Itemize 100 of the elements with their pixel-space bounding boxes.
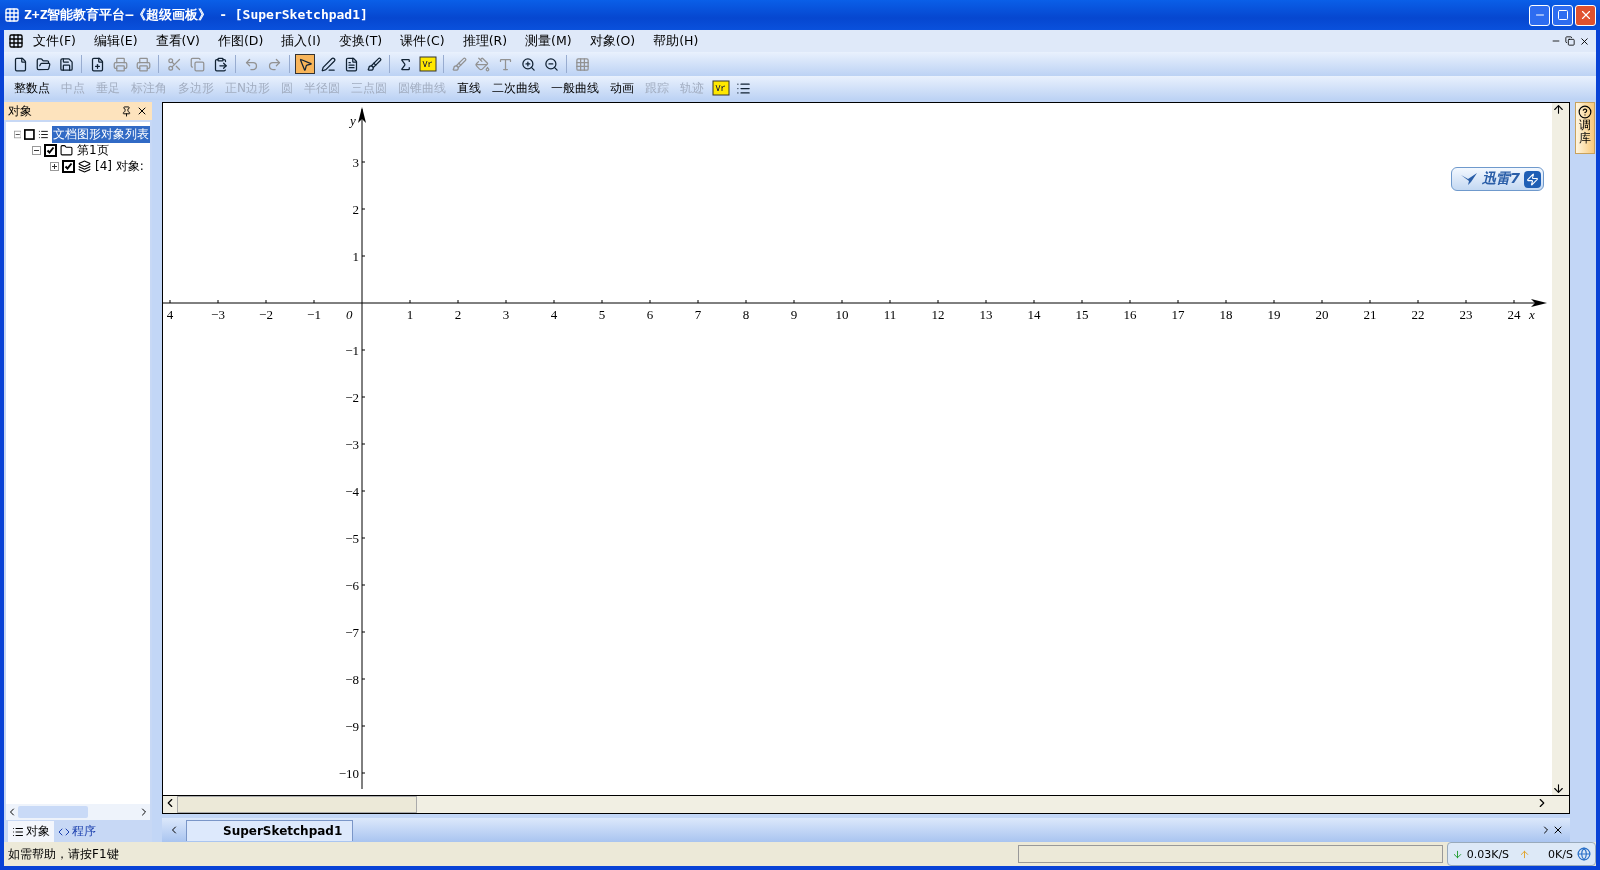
tick-label: 23	[1459, 307, 1473, 322]
menu-item[interactable]: 帮助(H)	[644, 32, 708, 50]
tick-label: 10	[835, 307, 849, 322]
checkbox[interactable]	[62, 159, 75, 173]
undo-icon	[243, 56, 259, 72]
menu-item[interactable]: 课件(C)	[391, 32, 454, 50]
restore-icon[interactable]	[1565, 36, 1575, 46]
tick-label: −10	[338, 766, 359, 781]
tick-label: −1	[307, 307, 321, 322]
tick-label: 4	[550, 307, 558, 322]
tick-label: 18	[1219, 307, 1233, 322]
download-badge[interactable]: 迅雷7	[1451, 167, 1544, 191]
tick-label: 22	[1411, 307, 1425, 322]
bird-icon	[1460, 172, 1479, 186]
menu-item[interactable]: 查看(V)	[146, 32, 209, 50]
tree-item[interactable]: 第1页	[76, 141, 110, 159]
scroll-up-icon[interactable]	[1552, 103, 1565, 116]
collapse-icon[interactable]	[32, 145, 41, 155]
globe-icon	[1577, 847, 1591, 861]
scroll-thumb[interactable]	[177, 796, 417, 813]
tick-label: 2	[352, 202, 359, 217]
printer-icon	[112, 56, 128, 72]
tool-button[interactable]: 整数点	[10, 79, 54, 97]
help-icon	[1578, 105, 1592, 119]
zoom-out-icon	[543, 56, 559, 72]
clipboard-icon	[212, 56, 228, 72]
tick-label: −8	[345, 672, 359, 687]
tick-label: 20	[1315, 307, 1329, 322]
tick-label: 6	[646, 307, 654, 322]
tick-label: −7	[345, 625, 359, 640]
tick-label: 9	[790, 307, 798, 322]
tree-item[interactable]: 文档图形对象列表	[52, 125, 150, 143]
close-icon[interactable]	[1552, 824, 1564, 836]
tool-button[interactable]: 一般曲线	[547, 79, 603, 97]
tool-button[interactable]: 二次曲线	[488, 79, 544, 97]
page-icon	[89, 56, 105, 72]
scroll-thumb[interactable]	[18, 806, 88, 818]
tick-label: 5	[598, 307, 606, 322]
menu-item[interactable]: 编辑(E)	[84, 32, 147, 50]
maximize-button[interactable]	[1552, 4, 1573, 26]
close-icon[interactable]	[136, 105, 148, 117]
tick-label: 7	[694, 307, 702, 322]
pin-icon[interactable]	[121, 105, 132, 117]
tick-label: 1	[352, 249, 359, 264]
pointer-button[interactable]	[295, 54, 315, 74]
copy-icon	[189, 56, 205, 72]
pointer-icon	[297, 56, 313, 72]
paint-bucket-icon	[474, 56, 490, 72]
save-icon	[58, 56, 74, 72]
layers-icon	[78, 159, 91, 173]
collapse-icon[interactable]	[14, 129, 22, 139]
new-file-icon	[12, 56, 28, 72]
menu-item[interactable]: 测量(M)	[516, 32, 581, 50]
tick-label: 1	[406, 307, 414, 322]
menu-item[interactable]: 作图(D)	[208, 32, 273, 50]
panel-tab[interactable]: 程序	[54, 821, 100, 842]
axis-label: y	[350, 113, 356, 128]
app-icon	[4, 7, 20, 23]
menu-item[interactable]: 插入(I)	[272, 32, 330, 50]
tick-label: −6	[345, 578, 359, 593]
zoom-in-icon	[520, 56, 536, 72]
menu-item[interactable]: 文件(F)	[24, 32, 85, 50]
side-tab[interactable]: 调库	[1575, 102, 1595, 155]
download-speed: 0.03K/S	[1466, 847, 1510, 861]
tick-label: 17	[1171, 307, 1185, 322]
tick-label: −4	[345, 484, 359, 499]
brush-icon	[451, 56, 467, 72]
menu-item[interactable]: 对象(O)	[580, 32, 645, 50]
brush-icon	[366, 56, 382, 72]
checkbox[interactable]	[44, 143, 57, 157]
checkbox[interactable]	[24, 127, 36, 141]
variable-button[interactable]	[711, 78, 731, 98]
tick-label: −5	[345, 531, 359, 546]
scissors-icon	[166, 56, 182, 72]
upload-speed: 0K/S	[1548, 847, 1573, 861]
tool-button[interactable]: 直线	[453, 79, 485, 97]
tool-button[interactable]: 动画	[606, 79, 638, 97]
list-icon	[736, 80, 752, 96]
tree-item[interactable]: [4] 对象:	[94, 157, 145, 175]
close-button[interactable]	[1575, 4, 1596, 26]
document-tab[interactable]: SuperSketchpad1	[186, 819, 354, 841]
download-icon	[1451, 848, 1463, 860]
tick-label: 3	[352, 155, 359, 170]
folder-icon	[60, 143, 73, 157]
window-title: Z+Z智能教育平台—《超级画板》 - [SuperSketchpad1]	[24, 6, 369, 24]
panel-tab[interactable]: 对象	[8, 821, 54, 842]
status-text: 如需帮助，请按F1键	[8, 845, 120, 863]
menu-item[interactable]: 变换(T)	[329, 32, 392, 50]
scroll-down-icon[interactable]	[1552, 782, 1565, 795]
lightning-icon	[1526, 172, 1539, 186]
variable-button[interactable]	[418, 54, 438, 74]
close-icon[interactable]	[1579, 35, 1590, 47]
origin-label: 0	[346, 307, 353, 322]
maximize-icon	[1556, 9, 1569, 21]
tick-label: 4	[166, 307, 174, 322]
menu-item[interactable]: 推理(R)	[453, 32, 517, 50]
tick-label: 24	[1507, 307, 1521, 322]
minimize-button[interactable]	[1529, 4, 1550, 26]
expand-icon[interactable]	[50, 161, 59, 171]
tick-label: 13	[979, 307, 993, 322]
